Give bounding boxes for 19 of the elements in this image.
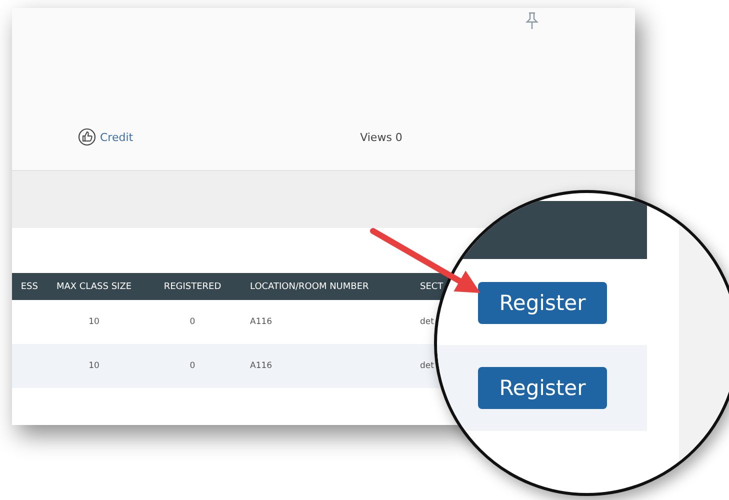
thumbs-up-icon (78, 128, 96, 146)
views-count: Views 0 (360, 130, 402, 144)
column-header: MAX CLASS SIZE (56, 282, 132, 292)
table-cell: 0 (190, 361, 196, 371)
table-cell: det (420, 361, 434, 371)
pin-icon[interactable] (525, 12, 539, 30)
table-cell: A116 (250, 317, 272, 327)
credit-link[interactable]: Credit (78, 128, 134, 146)
column-header: LOCATION/ROOM NUMBER (250, 282, 369, 292)
column-header: SECT (420, 282, 444, 292)
register-button[interactable]: Register (478, 282, 607, 324)
table-cell: A116 (250, 361, 272, 371)
register-button[interactable]: Register (478, 367, 607, 409)
table-cell: det (420, 317, 434, 327)
column-header: REGISTERED (164, 282, 222, 292)
table-cell: 10 (88, 361, 100, 371)
table-cell: 10 (88, 317, 100, 327)
column-header: ESS (20, 282, 38, 292)
table-cell: 0 (190, 317, 196, 327)
